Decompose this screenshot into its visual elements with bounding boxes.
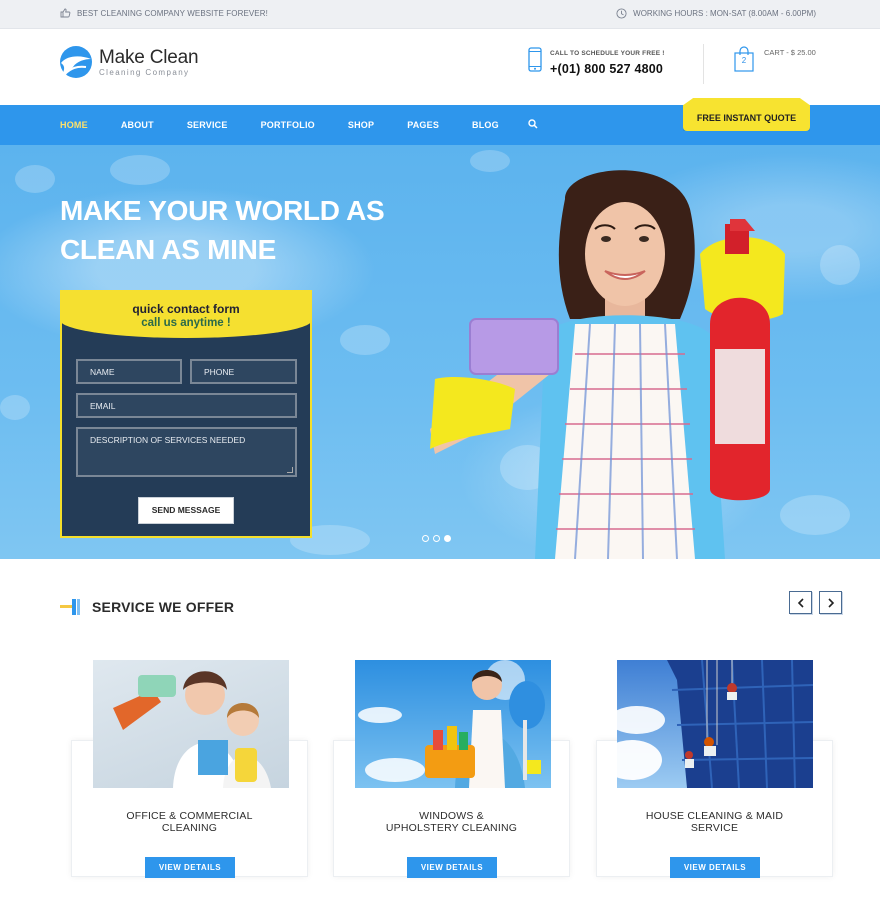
logo-name: Make Clean: [99, 46, 199, 68]
hero-title-line-1: MAKE YOUR WORLD AS: [60, 195, 385, 226]
phone-label: CALL TO SCHEDULE YOUR FREE !: [550, 50, 665, 57]
email-input[interactable]: EMAIL: [76, 393, 297, 418]
slider-dot-2[interactable]: [433, 535, 440, 542]
nav-item-about[interactable]: ABOUT: [121, 120, 154, 130]
service-card-title-line-2: UPHOLSTERY CLEANING: [385, 822, 518, 834]
windows-cleaning-image: [355, 660, 551, 788]
quick-contact-form: quick contact form call us anytime ! NAM…: [60, 290, 312, 538]
chevron-left-icon: [797, 597, 804, 608]
search-icon[interactable]: [528, 119, 538, 131]
mobile-phone-icon: [528, 47, 542, 72]
logo-subtitle: Cleaning Company: [99, 67, 190, 77]
top-bar: BEST CLEANING COMPANY WEBSITE FOREVER! W…: [0, 0, 880, 29]
tagline-block: BEST CLEANING COMPANY WEBSITE FOREVER!: [60, 8, 268, 18]
send-message-button[interactable]: SEND MESSAGE: [138, 497, 234, 524]
nav-item-blog[interactable]: BLOG: [472, 120, 499, 130]
description-textarea[interactable]: DESCRIPTION OF SERVICES NEEDED: [76, 427, 297, 477]
cart-label: CART - $ 25.00: [764, 48, 816, 57]
logo-icon: [60, 46, 92, 78]
services-heading: SERVICE WE OFFER: [60, 598, 234, 616]
cart[interactable]: 2 CART - $ 25.00: [734, 46, 816, 72]
slider-dots: [422, 535, 451, 542]
description-placeholder: DESCRIPTION OF SERVICES NEEDED: [90, 435, 246, 445]
nav-item-shop[interactable]: SHOP: [348, 120, 374, 130]
form-subheading: call us anytime !: [141, 317, 231, 329]
cleaning-woman-image: [430, 170, 785, 559]
service-card-title-line-1: OFFICE & COMMERCIAL: [126, 810, 253, 822]
name-input[interactable]: NAME: [76, 359, 182, 384]
resize-handle-icon[interactable]: [287, 467, 293, 473]
service-card-title-line-2: SERVICE: [690, 822, 739, 834]
free-quote-label: FREE INSTANT QUOTE: [696, 113, 797, 123]
slider-dot-1[interactable]: [422, 535, 429, 542]
house-cleaning-image: [617, 660, 813, 788]
service-card-title-line-1: WINDOWS &: [419, 810, 484, 822]
service-card-title: HOUSE CLEANING & MAID SERVICE: [597, 810, 832, 834]
tagline-text: BEST CLEANING COMPANY WEBSITE FOREVER!: [77, 8, 268, 18]
free-quote-button[interactable]: FREE INSTANT QUOTE: [683, 98, 810, 131]
slider-dot-3[interactable]: [444, 535, 451, 542]
chevron-right-icon: [827, 597, 834, 608]
form-heading: quick contact form: [132, 302, 240, 316]
phone-number[interactable]: +(01) 800 527 4800: [550, 62, 665, 76]
working-hours-block: WORKING HOURS : MON-SAT (8.00AM - 6.00PM…: [616, 8, 816, 19]
prev-arrow-button[interactable]: [789, 591, 812, 614]
view-details-button[interactable]: VIEW DETAILS: [407, 857, 497, 878]
hero-title: MAKE YOUR WORLD AS CLEAN AS MINE: [60, 191, 420, 269]
nav-item-pages[interactable]: PAGES: [407, 120, 439, 130]
clock-icon: [616, 8, 627, 19]
hero-title-line-2: CLEAN AS MINE: [60, 234, 276, 265]
hero-slider: MAKE YOUR WORLD AS CLEAN AS MINE quick c…: [0, 145, 880, 559]
office-cleaning-image: [93, 660, 289, 788]
service-card-title-line-2: CLEANING: [161, 822, 218, 834]
nav-item-home[interactable]: HOME: [60, 120, 88, 130]
view-details-button[interactable]: VIEW DETAILS: [145, 857, 235, 878]
logo[interactable]: Make Clean Cleaning Company: [59, 45, 199, 79]
working-hours-text: WORKING HOURS : MON-SAT (8.00AM - 6.00PM…: [633, 9, 816, 18]
header-divider: [703, 44, 704, 84]
services-title: SERVICE WE OFFER: [92, 599, 235, 615]
nav-item-portfolio[interactable]: PORTFOLIO: [261, 120, 315, 130]
service-card-title: OFFICE & COMMERCIAL CLEANING: [72, 810, 307, 834]
site-header: Make Clean Cleaning Company CALL TO SCHE…: [0, 29, 880, 105]
service-card-title: WINDOWS & UPHOLSTERY CLEANING: [334, 810, 569, 834]
thumbs-up-icon: [60, 8, 71, 18]
cart-count: 2: [741, 56, 747, 65]
phone-input[interactable]: PHONE: [190, 359, 297, 384]
phone-block: CALL TO SCHEDULE YOUR FREE ! +(01) 800 5…: [528, 47, 665, 76]
squeegee-icon: [60, 599, 80, 615]
form-header: quick contact form call us anytime !: [60, 290, 312, 338]
view-details-button[interactable]: VIEW DETAILS: [670, 857, 760, 878]
service-card-title-line-1: HOUSE CLEANING & MAID: [645, 810, 784, 822]
nav-item-service[interactable]: SERVICE: [187, 120, 228, 130]
next-arrow-button[interactable]: [819, 591, 842, 614]
